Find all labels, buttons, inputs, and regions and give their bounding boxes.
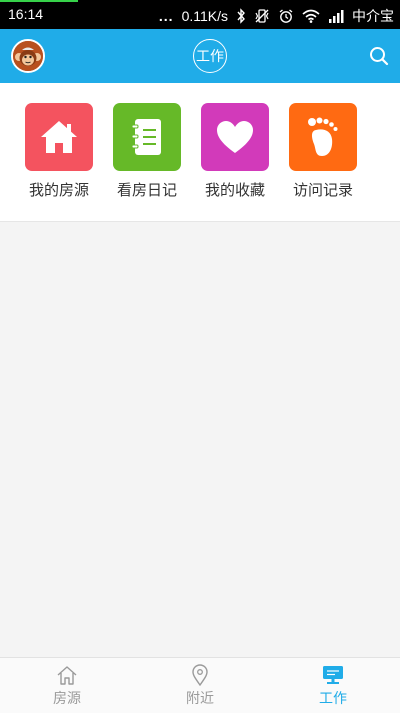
- quick-action-my-listings[interactable]: 我的房源: [19, 103, 99, 200]
- house-icon: [41, 121, 77, 153]
- tab-listings[interactable]: 房源: [17, 664, 117, 708]
- bluetooth-icon: [236, 8, 246, 24]
- quick-action-visit-history[interactable]: 访问记录: [283, 103, 363, 200]
- tab-label: 附近: [186, 691, 214, 707]
- quick-action-viewing-diary[interactable]: 看房日记: [107, 103, 187, 200]
- status-dots: ...: [158, 8, 174, 24]
- quick-actions-panel: 我的房源 看房日记 我的收藏 访问记录: [0, 83, 400, 222]
- search-icon: [370, 47, 389, 66]
- heart-tile: [201, 103, 269, 171]
- signal-icon: [328, 9, 344, 23]
- footprint-icon: [308, 117, 338, 156]
- footprint-tile: [289, 103, 357, 171]
- page-title: 工作: [193, 39, 227, 73]
- status-accent-line: [0, 0, 78, 2]
- heart-icon: [217, 121, 253, 153]
- tab-label: 房源: [53, 691, 81, 707]
- tab-work[interactable]: 工作: [283, 664, 383, 708]
- house-tile: [25, 103, 93, 171]
- monitor-icon: [323, 666, 343, 684]
- tab-label: 工作: [319, 691, 347, 707]
- quick-action-my-favorites[interactable]: 我的收藏: [195, 103, 275, 200]
- quick-action-label: 看房日记: [116, 181, 177, 199]
- search-button[interactable]: [368, 45, 390, 71]
- quick-action-label: 我的收藏: [204, 181, 265, 199]
- home-outline-icon: [57, 666, 77, 685]
- tab-nearby[interactable]: 附近: [150, 664, 250, 708]
- quick-action-label: 我的房源: [28, 181, 89, 199]
- notebook-tile: [113, 103, 181, 171]
- wifi-icon: [302, 9, 320, 23]
- avatar[interactable]: [11, 39, 45, 73]
- carrier-name: 中介宝: [352, 8, 394, 24]
- bottom-tab-bar: 房源 附近 工作: [0, 657, 400, 713]
- quick-action-label: 访问记录: [292, 181, 353, 199]
- top-app-bar: 工作: [0, 29, 400, 83]
- status-bar: 16:14 ... 0.11K/s 中介宝: [0, 0, 400, 29]
- network-speed: 0.11K/s: [181, 8, 228, 24]
- vibrate-icon: [254, 8, 270, 24]
- monkey-avatar-icon: [13, 41, 43, 71]
- status-time: 16:14: [8, 6, 44, 22]
- notebook-icon: [131, 119, 161, 155]
- alarm-icon: [278, 8, 294, 24]
- status-right: ... 0.11K/s 中介宝: [159, 6, 394, 26]
- location-pin-icon: [192, 664, 208, 686]
